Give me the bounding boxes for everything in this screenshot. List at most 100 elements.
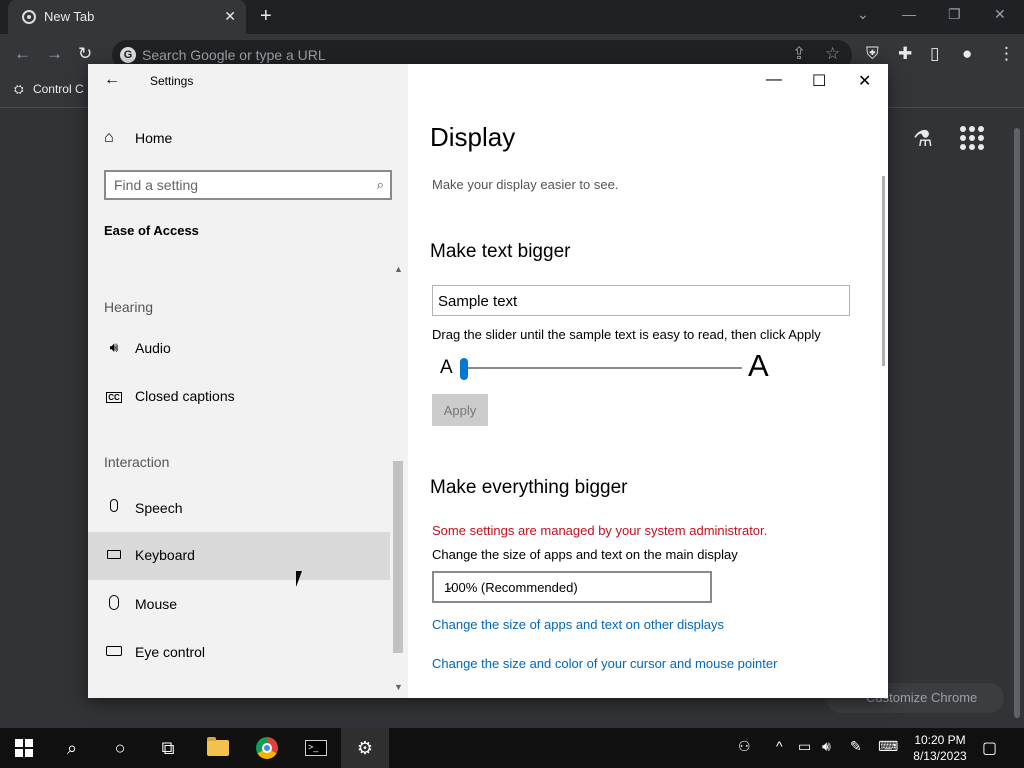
mouse-cursor [296,571,308,587]
taskbar: ⌕ ○ ⧉ >_ ⚙ ⚇ ^ ▭ 🔊︎ ✎ ⌨ 10:20 PM 8/13/20… [0,728,1024,768]
bookmark-label: Control C [32,82,84,96]
find-setting-box: ⌕ [104,170,392,200]
forward-arrow-icon[interactable]: → [46,44,63,64]
display-content: — ☐ ✕ Display Make your display easier t… [408,64,888,698]
sidebar-item-eye-control[interactable]: Eye control [88,629,390,677]
nav-home[interactable]: ⌂ Home [88,120,408,156]
nav-home-label: Home [135,130,173,146]
group-header-interaction: Interaction [104,454,170,470]
search-input[interactable] [114,176,354,194]
system-clock[interactable]: 10:20 PM 8/13/2023 [908,732,972,764]
sidebar-item-closed-captions[interactable]: CC Closed captions [88,373,390,421]
side-panel-icon[interactable]: ▯ [930,44,939,64]
extensions-puzzle-icon[interactable]: ✚ [898,44,912,64]
browser-tab[interactable]: New Tab ✕ [8,0,246,34]
group-header-hearing: Hearing [104,299,154,315]
task-view-icon[interactable]: ⧉ [144,728,192,768]
google-apps-icon[interactable] [960,126,984,150]
tray-chevron-up-icon[interactable]: ^ [776,738,783,754]
browser-minimize-icon[interactable]: — [902,6,916,22]
close-icon[interactable]: ✕ [858,71,871,91]
kebab-menu-icon[interactable]: ⋮ [998,44,1015,64]
link-other-displays[interactable]: Change the size of apps and text on othe… [432,617,724,632]
text-size-slider-track[interactable] [462,367,742,369]
sample-text: Sample text [438,293,518,310]
sidebar-item-label: Eye control [135,644,206,660]
sidebar-item-label: Audio [135,340,171,356]
pen-icon[interactable]: ✎ [850,738,862,755]
terminal-taskbar-icon[interactable]: >_ [292,728,340,768]
window-title: Settings [150,74,194,88]
sidebar-item-keyboard[interactable]: Keyboard [88,532,390,580]
link-cursor-size[interactable]: Change the size and color of your cursor… [432,656,777,671]
clock-time: 10:20 PM [914,733,966,747]
settings-sidebar: ← Settings ⌂ Home ⌕ Ease of Access ▲ ▼ H… [88,64,408,698]
eye-control-icon [104,643,124,659]
sidebar-scrollbar[interactable]: ▲ ▼ [390,264,406,698]
chrome-scrollbar[interactable] [1013,110,1021,722]
sidebar-item-speech[interactable]: Speech [88,485,390,533]
category-title: Ease of Access [104,223,199,238]
tab-title: New Tab [44,9,95,24]
section-title-everything-bigger: Make everything bigger [430,477,628,498]
search-taskbar-icon[interactable]: ⌕ [48,728,96,768]
touch-keyboard-icon[interactable]: ⌨ [878,738,898,755]
microphone-icon [104,499,124,515]
speaker-icon: 🔊︎ [109,339,119,355]
omnibox-placeholder: Search Google or type a URL [142,47,326,63]
sidebar-item-mouse[interactable]: Mouse [88,581,390,629]
back-arrow-icon[interactable]: ← [14,44,31,64]
apply-button[interactable]: Apply [432,394,488,426]
slider-instruction: Drag the slider until the sample text is… [432,327,821,342]
chrome-taskbar-icon[interactable] [243,728,291,768]
browser-restore-icon[interactable]: ❐ [948,6,961,23]
bookmark-control[interactable]: ⛭ Control C [14,82,84,97]
page-title: Display [430,122,516,152]
chevron-down-icon: ⌄ [444,578,455,593]
text-size-slider-thumb[interactable] [460,358,468,380]
clock-date: 8/13/2023 [913,749,967,763]
browser-close-icon[interactable]: ✕ [994,6,1006,23]
bookmark-icon: ⛭ [14,82,24,96]
new-tab-icon[interactable]: + [260,5,272,28]
file-explorer-icon[interactable] [194,728,242,768]
settings-window: ← Settings ⌂ Home ⌕ Ease of Access ▲ ▼ H… [88,64,888,698]
scale-dropdown[interactable]: 100% (Recommended) ⌄ [432,571,712,603]
scroll-thumb[interactable] [393,461,403,653]
profile-avatar-icon[interactable]: ● [962,44,972,64]
section-title-text-bigger: Make text bigger [430,241,571,262]
maximize-icon[interactable]: ☐ [812,71,826,91]
volume-icon[interactable]: 🔊︎ [822,738,831,755]
tab-close-icon[interactable]: ✕ [224,8,236,25]
content-scrollbar[interactable] [882,176,885,366]
sidebar-item-label: Mouse [135,596,178,612]
mouse-icon [104,595,124,613]
cortana-icon[interactable]: ○ [96,728,144,768]
scroll-down-icon[interactable]: ▼ [394,682,403,692]
page-subtitle: Make your display easier to see. [432,177,619,192]
keyboard-icon [104,546,124,562]
google-icon: G [120,47,136,63]
bookmark-star-icon[interactable]: ☆ [825,44,840,64]
people-icon[interactable]: ⚇ [738,738,751,755]
scroll-up-icon[interactable]: ▲ [394,264,403,274]
start-button[interactable] [0,728,48,768]
minimize-icon[interactable]: — [766,71,782,89]
closed-captions-icon: CC [106,392,122,403]
notifications-icon[interactable]: ▢ [982,738,997,758]
sidebar-item-audio[interactable]: 🔊︎ Audio [88,325,390,373]
settings-taskbar-icon[interactable]: ⚙ [341,728,389,768]
windows-logo-icon [15,739,33,757]
sample-text-preview: Sample text [432,285,850,316]
search-icon[interactable]: ⌕ [377,177,384,193]
sidebar-item-label: Keyboard [135,547,195,563]
tab-search-icon[interactable]: ⌄ [857,6,869,23]
chrome-favicon-icon [22,10,36,24]
reload-icon[interactable]: ↻ [78,44,92,64]
back-arrow-icon[interactable]: ← [104,71,120,89]
network-icon[interactable]: ▭ [798,738,811,755]
labs-flask-icon[interactable]: ⚗ [913,126,933,152]
sidebar-item-label: Speech [135,500,183,516]
ublock-extension-icon[interactable]: ⛨ [866,44,879,64]
share-icon[interactable]: ⇪ [792,44,806,64]
